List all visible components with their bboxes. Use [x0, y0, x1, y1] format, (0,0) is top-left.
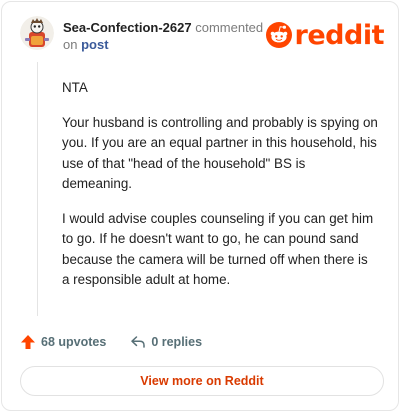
reply-count: 0 replies	[151, 335, 203, 349]
user-avatar-icon	[20, 16, 54, 50]
reply-button[interactable]: 0 replies	[130, 334, 202, 350]
comment-card: Sea-Confection-2627 commented on post re…	[1, 1, 399, 411]
comment-meta: Sea-Confection-2627 commented on post	[63, 19, 263, 53]
upvote-arrow-icon	[21, 335, 35, 349]
comment-paragraph: Your husband is controlling and probably…	[62, 114, 378, 192]
comment-paragraph: I would advise couples counseling if you…	[62, 210, 374, 288]
comment-actions: 68 upvotes 0 replies	[20, 332, 202, 352]
reddit-snoo-icon	[265, 22, 292, 48]
username[interactable]: Sea-Confection-2627	[63, 20, 192, 35]
comment-body: NTA Your husband is controlling and prob…	[62, 78, 378, 305]
preposition-text: on	[63, 37, 78, 52]
avatar[interactable]	[20, 16, 54, 50]
reply-arrow-icon	[131, 336, 146, 348]
comment-header: Sea-Confection-2627 commented on post re…	[20, 16, 385, 56]
view-more-button[interactable]: View more on Reddit	[20, 366, 384, 396]
thread-line	[37, 62, 38, 316]
reddit-wordmark: reddit	[294, 19, 385, 51]
comment-paragraph: NTA	[62, 80, 88, 95]
upvote-count: 68 upvotes	[41, 335, 107, 349]
reddit-logo[interactable]: reddit	[265, 19, 385, 51]
upvote-button[interactable]: 68 upvotes	[20, 334, 106, 350]
post-link[interactable]: post	[81, 37, 108, 52]
action-text: commented	[195, 20, 264, 35]
